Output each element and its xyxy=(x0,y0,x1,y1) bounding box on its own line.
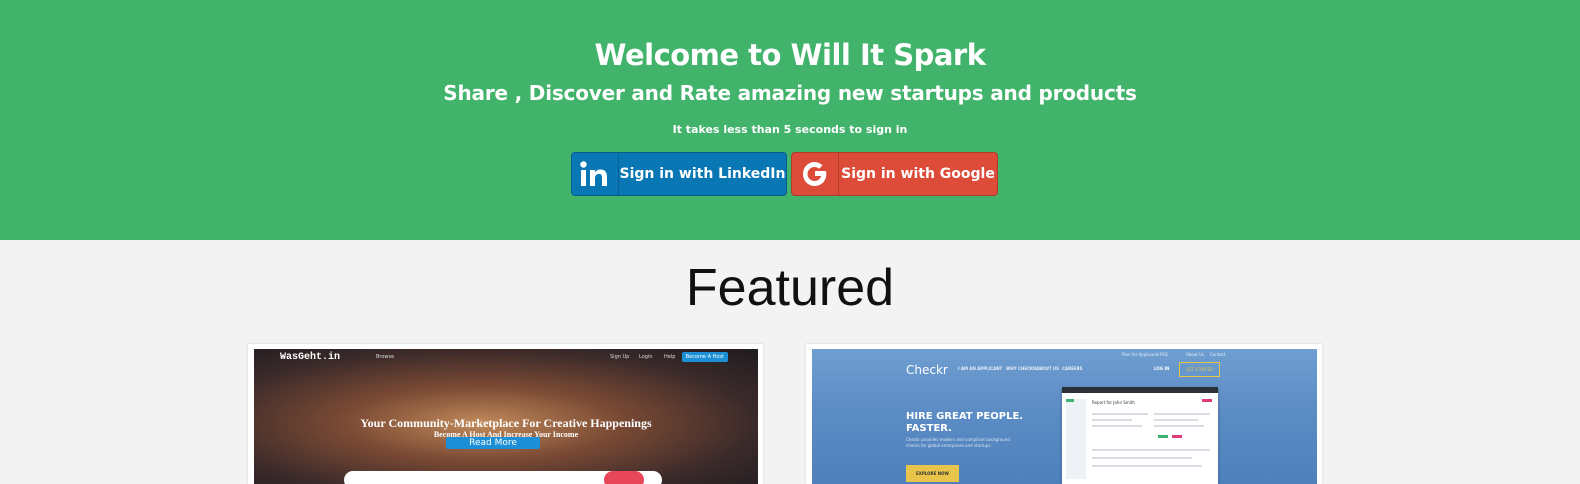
page-subtitle: Share , Discover and Rate amazing new st… xyxy=(443,81,1137,105)
featured-heading: Featured xyxy=(685,259,895,317)
linkedin-icon xyxy=(572,153,619,195)
card-top-applicants: Plan for Applicants xyxy=(1122,352,1160,357)
linkedin-signin-button[interactable]: Sign in with LinkedIn xyxy=(571,152,787,196)
card-nav-help: Help xyxy=(664,354,676,360)
card-top-faq: FAQ xyxy=(1160,352,1168,357)
google-signin-button[interactable]: Sign in with Google xyxy=(791,152,998,196)
card-get-started: GET STARTED xyxy=(1179,362,1221,377)
card-description: Checkr provides modern and compliant bac… xyxy=(906,437,1010,448)
card-login: LOG IN xyxy=(1154,366,1170,371)
card-report-panel: Report for John Smith xyxy=(1062,387,1218,484)
card-nav-careers: CAREERS xyxy=(1062,366,1083,371)
card-search-button xyxy=(604,471,644,484)
google-icon xyxy=(792,153,839,195)
card-logo: WasGeht.in xyxy=(280,352,341,363)
card-nav-signup: Sign Up xyxy=(610,354,630,360)
card-nav-about: ABOUT US xyxy=(1036,366,1060,371)
linkedin-signin-label: Sign in with LinkedIn xyxy=(619,166,786,182)
card-nav-login: Login xyxy=(639,354,653,360)
card-nav-applicant: I AM AN APPLICANT xyxy=(958,366,1003,371)
google-signin-label: Sign in with Google xyxy=(841,166,995,182)
featured-screenshot: WasGeht.in Browse Sign Up Login Help Bec… xyxy=(254,349,758,484)
card-headline: Your Community-Marketplace For Creative … xyxy=(360,416,652,430)
card-top-contact: Contact xyxy=(1210,352,1226,357)
card-host-button: Become A Host xyxy=(681,352,728,362)
featured-screenshot: Checkr I AM AN APPLICANT WHY CHECKR ABOU… xyxy=(812,349,1317,484)
featured-card[interactable]: Checkr I AM AN APPLICANT WHY CHECKR ABOU… xyxy=(806,344,1322,484)
hero-banner: Welcome to Will It Spark Share , Discove… xyxy=(0,0,1580,240)
card-top-about: About Us xyxy=(1186,352,1205,357)
card-cta: EXPLORE NOW xyxy=(906,465,959,482)
card-report-title: Report for John Smith xyxy=(1092,400,1135,405)
page-title: Welcome to Will It Spark xyxy=(594,38,987,72)
card-nav-why: WHY CHECKR xyxy=(1006,366,1037,371)
card-logo: Checkr xyxy=(906,363,948,377)
card-nav-browse: Browse xyxy=(376,354,395,360)
card-cta: Read More xyxy=(446,437,540,449)
featured-card[interactable]: WasGeht.in Browse Sign Up Login Help Bec… xyxy=(248,344,763,484)
signin-hint: It takes less than 5 seconds to sign in xyxy=(672,123,908,136)
card-headline: HIRE GREAT PEOPLE. FASTER. xyxy=(906,411,1024,434)
